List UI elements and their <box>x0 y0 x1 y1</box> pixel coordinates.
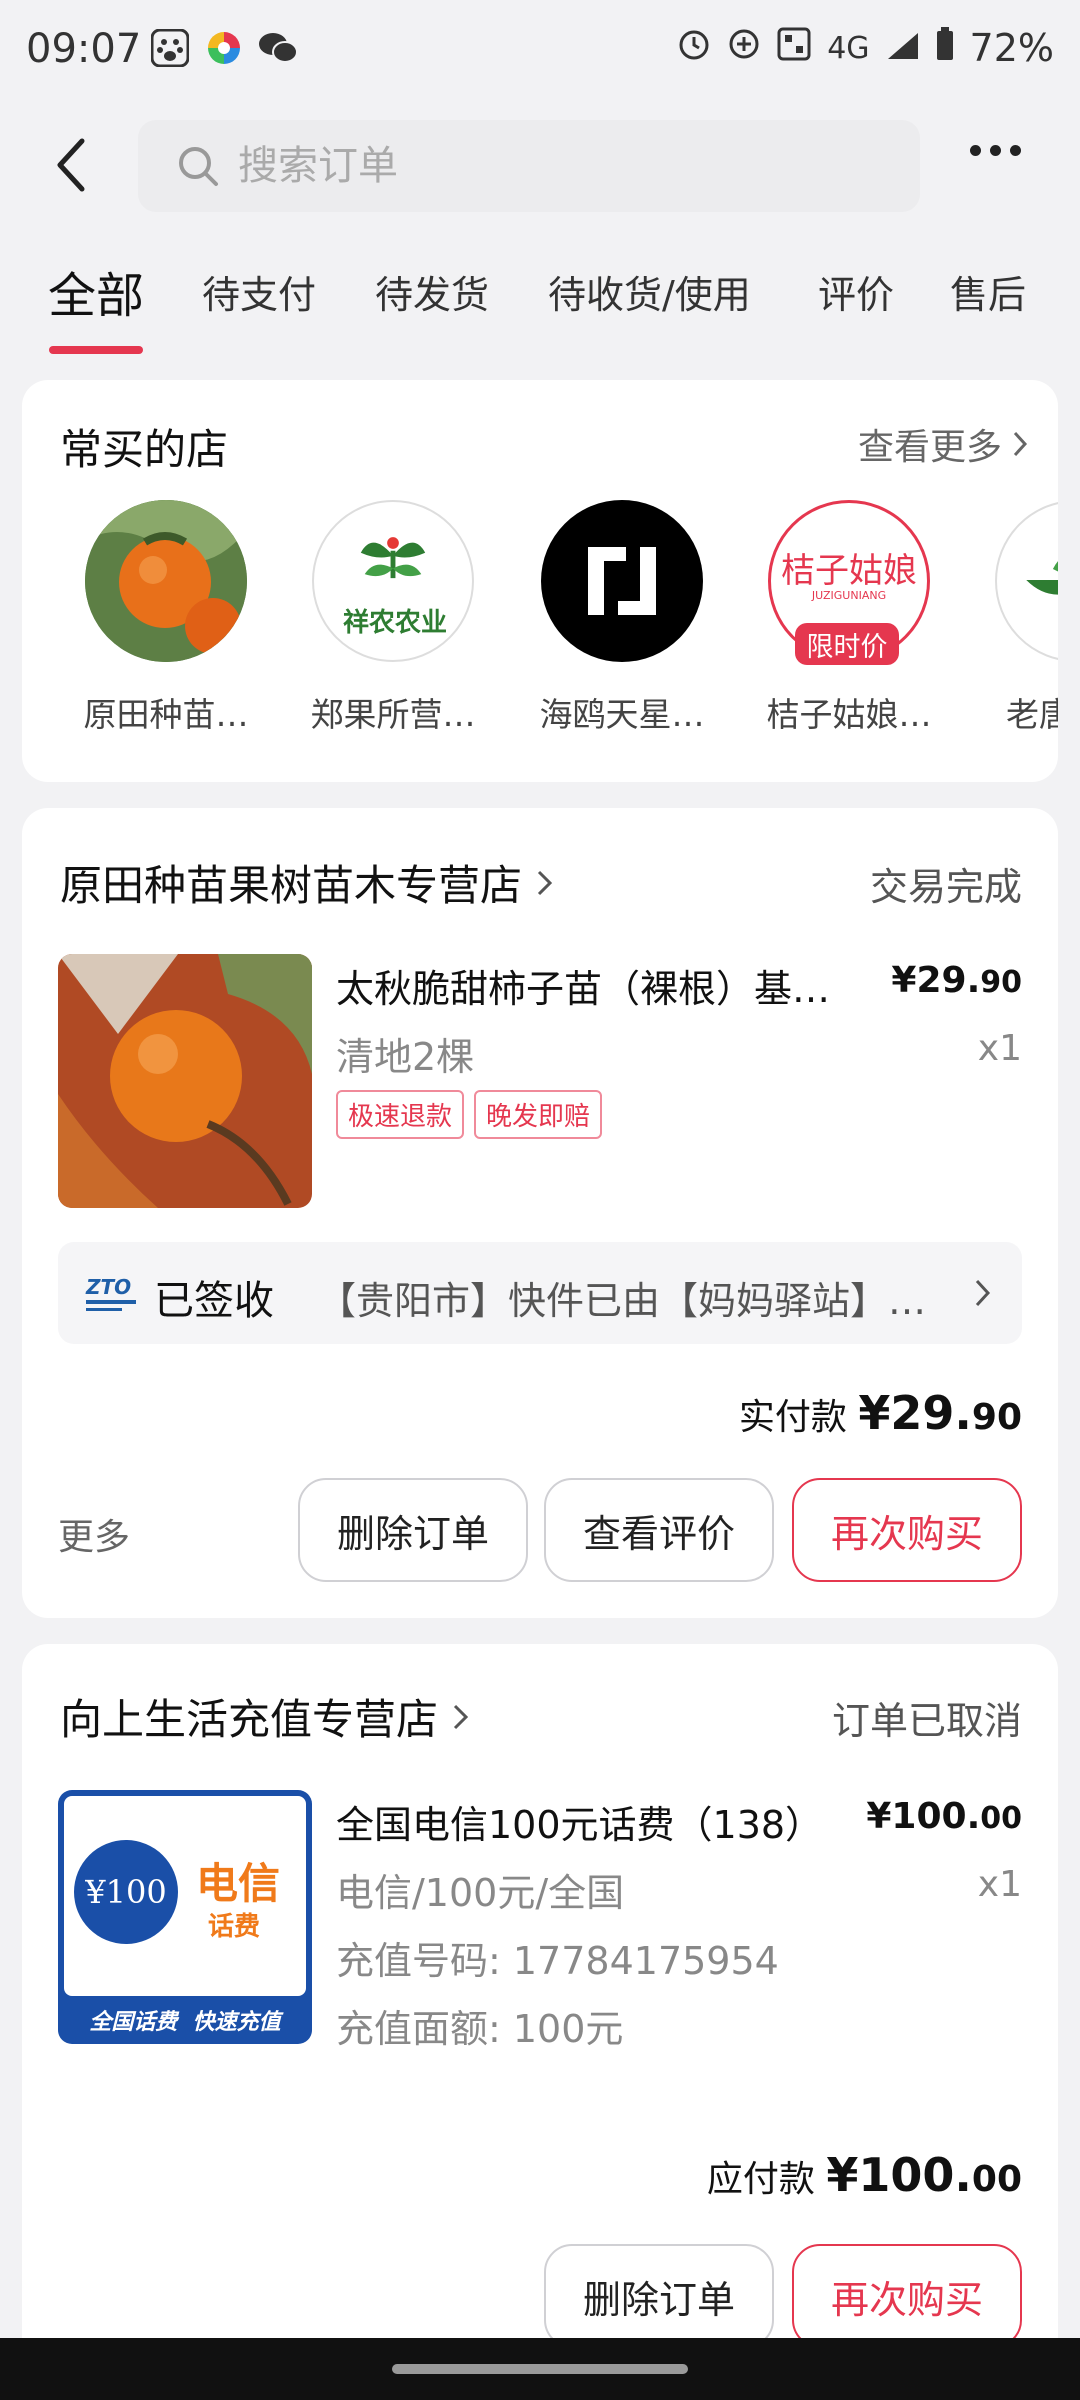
chevron-right-icon <box>537 870 553 895</box>
orders-page: 09:07 4G 72% 搜索订单 全部 待支付 待发货 待收货/使用 评价 售… <box>0 0 1080 2400</box>
product-title[interactable]: 太秋脆甜柿子苗（裸根）基… <box>336 958 830 1013</box>
shop-avatar-haiou <box>541 500 703 662</box>
shop-avatar-persimmon <box>85 500 247 662</box>
nfc-icon <box>777 26 811 70</box>
tab-pending-payment[interactable]: 待支付 <box>202 264 316 319</box>
view-review-button[interactable]: 查看评价 <box>544 1478 774 1582</box>
shop-name: 老唐 <box>1006 695 1058 730</box>
shop-name: 桔子姑娘… <box>766 695 932 730</box>
shops-row: 原田种苗… 祥农农业 郑果所营… 海鸥天星… 桔子姑娘 JUZIGUNIANG … <box>22 500 1058 730</box>
paid-amount: 实付款 ¥29.90 <box>738 1386 1022 1440</box>
app-icon <box>204 28 244 68</box>
shop-link[interactable]: 向上生活充值专营店 <box>60 1686 472 1747</box>
sync-icon <box>727 26 761 70</box>
order-card: 原田种苗果树苗木专营店 交易完成 太秋脆甜柿子苗（裸根）基… ¥29.90 清地… <box>22 808 1058 1618</box>
frequent-shops-title: 常买的店 <box>60 425 229 474</box>
back-button[interactable] <box>46 135 96 195</box>
buy-again-button[interactable]: 再次购买 <box>792 2244 1022 2348</box>
logistics-bar[interactable]: ZTO 已签收 【贵阳市】快件已由【妈妈驿站】… <box>58 1242 1022 1344</box>
order-shop-name: 原田种苗果树苗木专营店 <box>60 861 523 910</box>
recharge-phone: 充值号码: 17784175954 <box>336 1939 779 1983</box>
more-actions-link[interactable]: 更多 <box>58 1508 130 1560</box>
shop-logo-text: 桔子姑娘 <box>781 551 917 591</box>
product-quantity: x1 <box>977 1864 1022 1905</box>
tab-all[interactable]: 全部 <box>48 256 144 326</box>
back-arrow-icon <box>57 138 85 192</box>
paid-label: 实付款 <box>738 1397 847 1438</box>
product-thumbnail[interactable]: ¥100 电信 话费 全国话费 快速充值 <box>58 1790 312 2044</box>
shop-avatar-xiangnong: 祥农农业 <box>312 500 474 662</box>
logistics-status: 已签收 <box>154 1278 274 1324</box>
tag-late-compensation: 晚发即赔 <box>474 1090 603 1139</box>
product-quantity: x1 <box>977 1028 1022 1069</box>
tab-pending-shipment[interactable]: 待发货 <box>375 264 489 319</box>
shop-item[interactable]: 海鸥天星… <box>522 500 722 730</box>
shop-link[interactable]: 原田种苗果树苗木专营店 <box>60 852 556 913</box>
order-card: 向上生活充值专营店 订单已取消 ¥100 电信 话费 全国话费 快速充值 全国电… <box>22 1644 1058 2400</box>
product-title[interactable]: 全国电信100元话费（138） <box>336 1794 823 1849</box>
payable-label: 应付款 <box>706 2159 815 2200</box>
wechat-icon <box>258 28 298 68</box>
thumb-amount: ¥100 <box>74 1840 178 1944</box>
payable-amount: 应付款 ¥100.00 <box>706 2148 1022 2202</box>
product-spec: 电信/100元/全国 <box>336 1871 625 1915</box>
search-bar[interactable] <box>138 120 920 212</box>
order-shop-name: 向上生活充值专营店 <box>60 1695 439 1744</box>
buy-again-button[interactable]: 再次购买 <box>792 1478 1022 1582</box>
shop-avatar-juzi: 桔子姑娘 JUZIGUNIANG 限时价 <box>768 500 930 665</box>
tag-fast-refund: 极速退款 <box>336 1090 465 1139</box>
shop-item[interactable]: 原田种苗… <box>66 500 266 730</box>
product-thumbnail[interactable] <box>58 954 312 1208</box>
tab-active-indicator <box>49 346 143 354</box>
chevron-right-icon <box>1013 431 1028 457</box>
product-price: ¥100.00 <box>866 1796 1022 1837</box>
shop-name: 郑果所营… <box>310 695 476 730</box>
product-price: ¥29.90 <box>891 960 1022 1001</box>
limited-price-badge: 限时价 <box>795 623 899 665</box>
chevron-right-icon <box>975 1279 991 1307</box>
shop-item[interactable]: 祥农农业 郑果所营… <box>293 500 493 730</box>
shop-name: 原田种苗… <box>83 695 249 730</box>
shop-logo-text: 祥农农业 <box>342 608 447 638</box>
network-label: 4G <box>827 30 870 66</box>
baidu-icon <box>150 28 190 68</box>
search-icon <box>179 147 218 186</box>
zto-logo-icon: ZTO <box>84 1272 140 1316</box>
frequent-shops-card: 常买的店 查看更多 原田种苗… 祥农农业 郑果所营… 海鸥天星… 桔子姑娘 JU… <box>22 380 1058 782</box>
order-tabs: 全部 待支付 待发货 待收货/使用 评价 售后 <box>0 250 1080 360</box>
order-status: 订单已取消 <box>831 1699 1022 1743</box>
recharge-face-value: 充值面额: 100元 <box>336 2007 624 2051</box>
system-nav-bar <box>0 2338 1080 2400</box>
order-status: 交易完成 <box>869 865 1022 909</box>
home-gesture-handle[interactable] <box>392 2364 688 2374</box>
shop-item[interactable]: 桔子姑娘 JUZIGUNIANG 限时价 桔子姑娘… <box>749 500 949 730</box>
shop-logo-subtext: JUZIGUNIANG <box>811 589 887 602</box>
alarm-icon <box>677 26 711 70</box>
shop-avatar-laotang <box>995 500 1058 662</box>
search-input[interactable] <box>238 143 838 189</box>
product-spec: 清地2棵 <box>336 1035 475 1079</box>
logistics-message: 【贵阳市】快件已由【妈妈驿站】… <box>318 1279 927 1323</box>
delete-order-button[interactable]: 删除订单 <box>544 2244 774 2348</box>
battery-icon <box>936 26 954 70</box>
tab-after-sales[interactable]: 售后 <box>950 264 1026 319</box>
shop-name: 海鸥天星… <box>539 695 705 730</box>
view-more-label: 查看更多 <box>857 427 1002 468</box>
delete-order-button[interactable]: 删除订单 <box>298 1478 528 1582</box>
chevron-right-icon <box>453 1704 469 1729</box>
status-bar: 09:07 4G 72% <box>0 0 1080 100</box>
thumb-brand: 电信 <box>196 1859 281 1908</box>
thumb-sub: 话费 <box>208 1912 261 1942</box>
view-more-link[interactable]: 查看更多 <box>858 418 1028 470</box>
tab-review[interactable]: 评价 <box>818 264 894 319</box>
signal-icon <box>886 26 920 70</box>
battery-percent: 72% <box>969 26 1054 70</box>
status-time: 09:07 <box>26 26 142 72</box>
thumb-banner: 全国话费 快速充值 <box>89 2010 281 2035</box>
more-options-button[interactable] <box>970 145 1021 156</box>
tab-pending-receipt[interactable]: 待收货/使用 <box>548 264 751 319</box>
shop-item[interactable]: 老唐 <box>976 500 1058 730</box>
svg-text:ZTO: ZTO <box>85 1275 131 1299</box>
